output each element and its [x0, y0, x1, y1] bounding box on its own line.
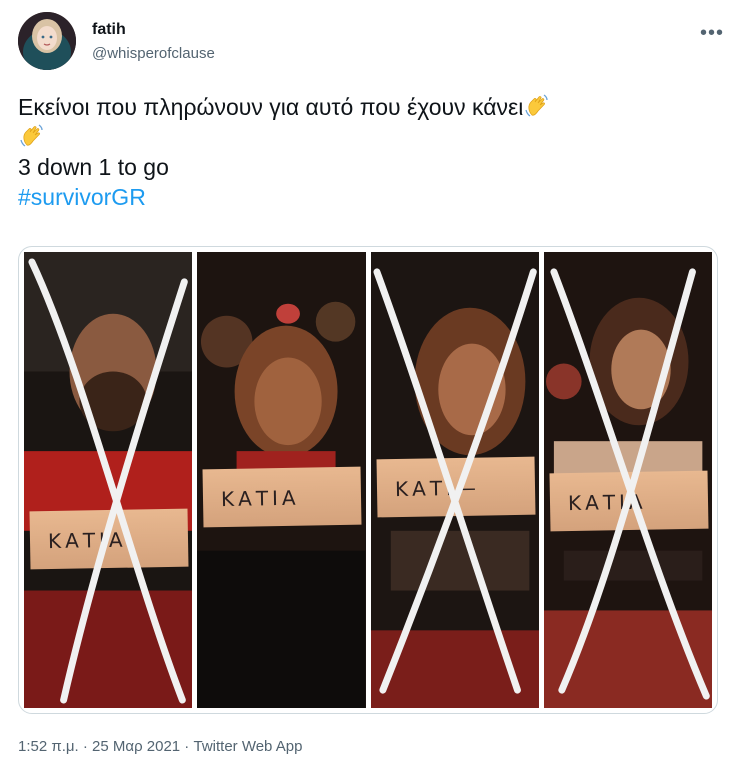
name-sign: ΚΑΤΙ—: [376, 456, 536, 518]
tweet-line-1-text: Εκείνοι που πληρώνουν για αυτό που έχουν…: [18, 94, 524, 120]
tweet-media[interactable]: ΚΑΤΙΑ ΚΑΤΙΑ ΚΑΤΙ— ΚΑΤΙΑ: [18, 246, 718, 714]
photo-panel-3[interactable]: ΚΑΤΙ—: [370, 252, 539, 708]
tweet-date[interactable]: 25 Μαρ 2021: [92, 738, 180, 755]
hashtag-link[interactable]: #survivorGR: [18, 182, 718, 212]
name-sign: ΚΑΤΙΑ: [549, 470, 709, 532]
tweet-time[interactable]: 1:52 π.μ.: [18, 738, 79, 755]
photo-panels: ΚΑΤΙΑ ΚΑΤΙΑ ΚΑΤΙ— ΚΑΤΙΑ: [24, 252, 712, 708]
tweet-header: fatih @whisperofclause •••: [18, 12, 724, 72]
name-sign: ΚΑΤΙΑ: [29, 508, 189, 570]
avatar[interactable]: [18, 12, 76, 70]
waving-hand-emoji: [525, 94, 549, 117]
tweet-meta: 1:52 π.μ. · 25 Μαρ 2021 · Twitter Web Ap…: [18, 738, 302, 755]
meta-separator: ·: [180, 738, 194, 755]
photo-1: [24, 252, 193, 708]
photo-panel-2[interactable]: ΚΑΤΙΑ: [197, 252, 366, 708]
waving-hand-emoji: [20, 124, 43, 147]
photo-panel-4[interactable]: ΚΑΤΙΑ: [543, 252, 712, 708]
tweet-line-emoji: [18, 122, 718, 152]
user-handle[interactable]: @whisperofclause: [92, 44, 215, 64]
tweet-line-2: 3 down 1 to go: [18, 154, 169, 180]
meta-separator: ·: [78, 738, 93, 755]
display-name[interactable]: fatih: [92, 20, 215, 40]
tweet-line-1: Εκείνοι που πληρώνουν για αυτό που έχουν…: [18, 92, 718, 122]
photo-panel-1[interactable]: ΚΑΤΙΑ: [24, 252, 193, 708]
tweet-source-app[interactable]: Twitter Web App: [193, 738, 302, 755]
tweet-text: Εκείνοι που πληρώνουν για αυτό που έχουν…: [18, 92, 718, 212]
more-horizontal-icon[interactable]: •••: [700, 22, 724, 45]
name-sign: ΚΑΤΙΑ: [202, 466, 362, 528]
user-names: fatih @whisperofclause: [92, 20, 215, 64]
